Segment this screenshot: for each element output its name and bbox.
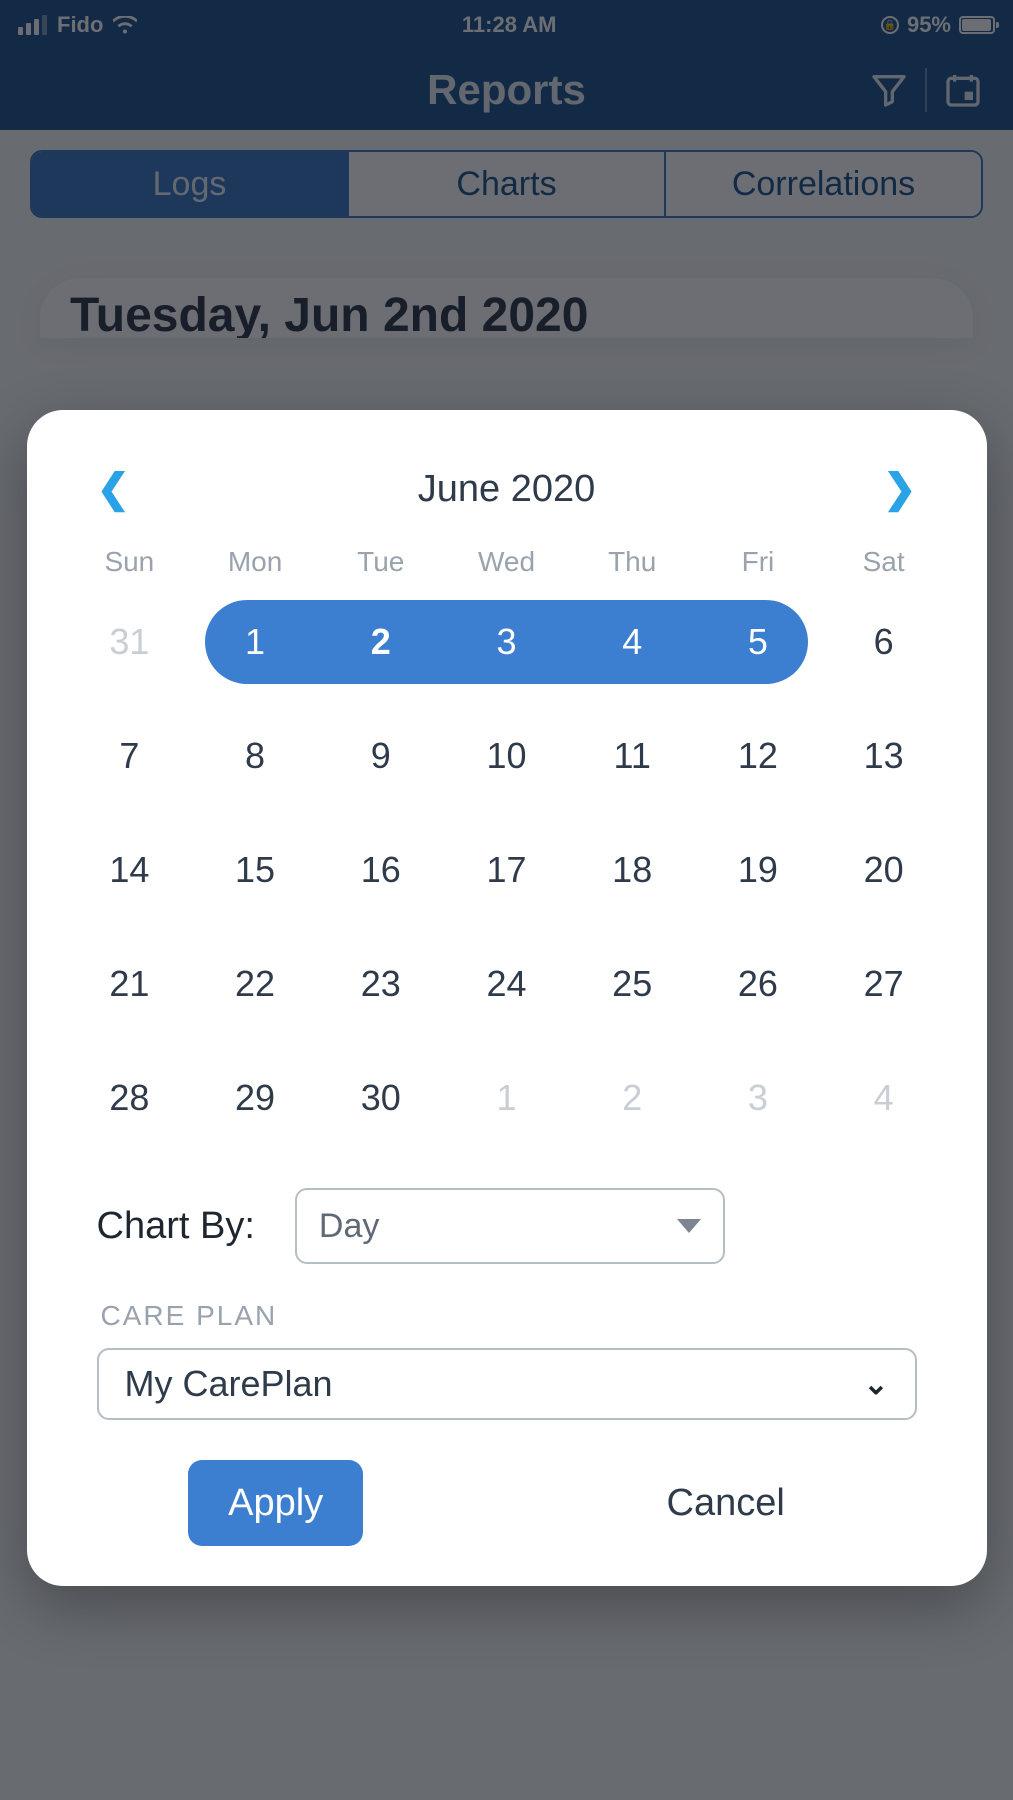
calendar-day[interactable]: 23	[318, 942, 444, 1026]
calendar-day[interactable]: 6	[821, 600, 947, 684]
calendar-day[interactable]: 10	[444, 714, 570, 798]
calendar-day[interactable]: 12	[695, 714, 821, 798]
modal-actions: Apply Cancel	[57, 1460, 957, 1546]
modal-overlay[interactable]: ❮ June 2020 ❯ SunMonTueWedThuFriSat 3112…	[0, 0, 1013, 1800]
calendar-day[interactable]: 20	[821, 828, 947, 912]
calendar-day[interactable]: 8	[192, 714, 318, 798]
calendar-day[interactable]: 16	[318, 828, 444, 912]
calendar-day[interactable]: 13	[821, 714, 947, 798]
calendar-header: ❮ June 2020 ❯	[57, 450, 957, 538]
calendar-day[interactable]: 1	[192, 600, 318, 684]
calendar-day[interactable]: 14	[67, 828, 193, 912]
calendar-day[interactable]: 25	[569, 942, 695, 1026]
calendar-day[interactable]: 21	[67, 942, 193, 1026]
next-month-button[interactable]: ❯	[873, 460, 927, 518]
chart-by-label: Chart By:	[97, 1205, 255, 1248]
weekday-label: Wed	[444, 546, 570, 578]
weekday-label: Fri	[695, 546, 821, 578]
screen: Fido 11:28 AM 🔒 95% Reports LogsChartsCo…	[0, 0, 1013, 1800]
calendar-day[interactable]: 18	[569, 828, 695, 912]
calendar-day[interactable]: 7	[67, 714, 193, 798]
calendar-day[interactable]: 30	[318, 1056, 444, 1140]
calendar-day[interactable]: 31	[67, 600, 193, 684]
weekday-label: Tue	[318, 546, 444, 578]
chart-by-section: Chart By: Day CARE PLAN My CarePlan ⌄	[57, 1150, 957, 1420]
date-picker-modal: ❮ June 2020 ❯ SunMonTueWedThuFriSat 3112…	[27, 410, 987, 1586]
calendar-day[interactable]: 3	[444, 600, 570, 684]
weekday-label: Sun	[67, 546, 193, 578]
dropdown-triangle-icon	[677, 1219, 701, 1233]
calendar-day[interactable]: 15	[192, 828, 318, 912]
calendar-month-label: June 2020	[418, 468, 596, 511]
weekday-label: Thu	[569, 546, 695, 578]
calendar-day[interactable]: 17	[444, 828, 570, 912]
calendar-day[interactable]: 2	[569, 1056, 695, 1140]
calendar-day[interactable]: 4	[821, 1056, 947, 1140]
calendar-day[interactable]: 28	[67, 1056, 193, 1140]
prev-month-button[interactable]: ❮	[87, 460, 141, 518]
weekday-label: Sat	[821, 546, 947, 578]
calendar-day[interactable]: 3	[695, 1056, 821, 1140]
weekday-row: SunMonTueWedThuFriSat	[57, 538, 957, 582]
calendar-day[interactable]: 5	[695, 600, 821, 684]
calendar-day[interactable]: 29	[192, 1056, 318, 1140]
chart-by-select[interactable]: Day	[295, 1188, 725, 1264]
calendar-day[interactable]: 22	[192, 942, 318, 1026]
care-plan-select[interactable]: My CarePlan ⌄	[97, 1348, 917, 1420]
care-plan-value: My CarePlan	[125, 1363, 333, 1405]
calendar-day[interactable]: 4	[569, 600, 695, 684]
care-plan-label: CARE PLAN	[101, 1300, 917, 1332]
calendar-day[interactable]: 2	[318, 600, 444, 684]
calendar-grid: 3112345678910111213141516171819202122232…	[57, 582, 957, 1150]
calendar-day[interactable]: 11	[569, 714, 695, 798]
calendar-day[interactable]: 1	[444, 1056, 570, 1140]
calendar-day[interactable]: 26	[695, 942, 821, 1026]
apply-button[interactable]: Apply	[188, 1460, 363, 1546]
cancel-button[interactable]: Cancel	[627, 1460, 825, 1546]
chart-by-value: Day	[319, 1207, 379, 1246]
calendar-day[interactable]: 27	[821, 942, 947, 1026]
calendar-day[interactable]: 9	[318, 714, 444, 798]
chevron-down-icon: ⌄	[863, 1367, 888, 1402]
calendar-day[interactable]: 19	[695, 828, 821, 912]
calendar-day[interactable]: 24	[444, 942, 570, 1026]
weekday-label: Mon	[192, 546, 318, 578]
